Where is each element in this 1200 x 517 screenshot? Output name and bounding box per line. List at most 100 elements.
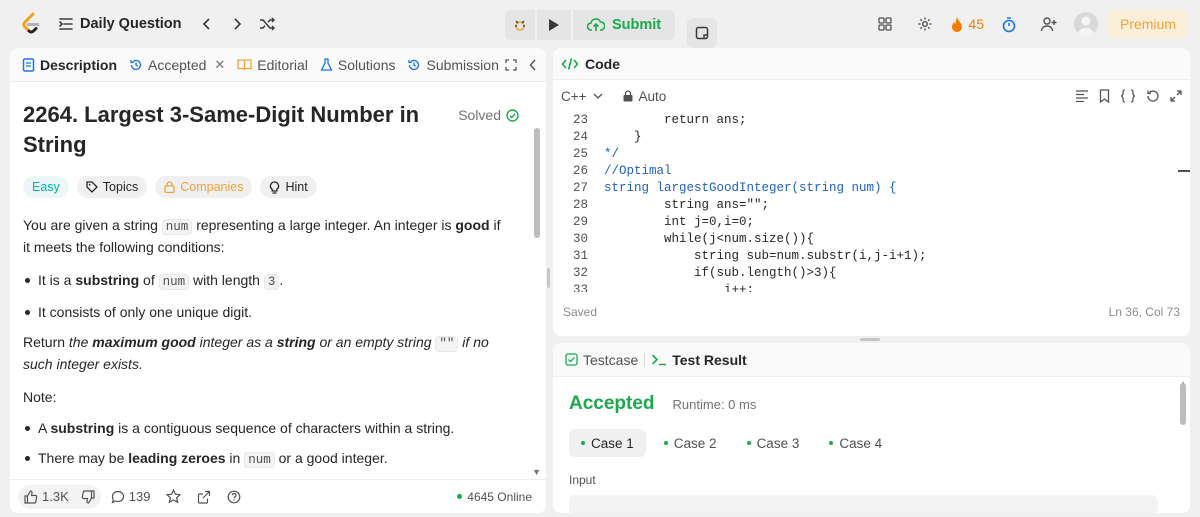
case-tab[interactable]: Case 4: [817, 429, 894, 457]
submit-button[interactable]: Submit: [573, 10, 676, 40]
close-icon[interactable]: ✕: [214, 57, 225, 73]
editor-scroll-marker[interactable]: [1178, 170, 1190, 172]
invite-user-button[interactable]: [1034, 9, 1064, 39]
favorite-button[interactable]: [160, 485, 187, 509]
streak-counter[interactable]: 45: [950, 16, 984, 33]
debug-button[interactable]: [505, 10, 535, 40]
notes-button[interactable]: [687, 17, 718, 48]
vertical-resize-handle[interactable]: [547, 268, 550, 288]
code-title: Code: [585, 55, 620, 72]
editor-mode[interactable]: Auto: [639, 89, 667, 104]
code-line[interactable]: 28 string ans="";: [553, 197, 1190, 214]
language-select[interactable]: C++: [561, 89, 587, 104]
play-icon: [548, 18, 560, 32]
tab-accepted[interactable]: Accepted ✕: [123, 48, 231, 82]
left-panel-tools: [505, 58, 543, 71]
code-line[interactable]: 24 }: [553, 129, 1190, 146]
case-tab[interactable]: Case 3: [735, 429, 812, 457]
input-value-box: [569, 495, 1158, 513]
format-icon[interactable]: [1075, 90, 1089, 102]
horizontal-resize-handle[interactable]: [860, 338, 880, 341]
streak-count: 45: [968, 16, 984, 32]
layout-button[interactable]: [870, 9, 900, 39]
description-footer: 1.3K 139 4645 Online: [10, 479, 546, 513]
prev-problem-button[interactable]: [192, 9, 222, 39]
case-label: Case 4: [839, 435, 883, 451]
page-title[interactable]: 2264. Largest 3-Same-Digit Number in Str…: [23, 100, 433, 160]
like-count: 1.3K: [42, 489, 69, 504]
braces-icon[interactable]: [1120, 89, 1136, 103]
code-line[interactable]: 27 string largestGoodInteger(string num) …: [553, 180, 1190, 197]
submit-label: Submit: [612, 17, 662, 33]
scroll-down-arrow-icon[interactable]: ▼: [532, 467, 541, 477]
saved-status: Saved: [563, 305, 598, 319]
expand-icon[interactable]: [1170, 90, 1182, 102]
vote-group: 1.3K: [18, 484, 101, 509]
leetcode-logo-icon[interactable]: [18, 11, 44, 37]
help-button[interactable]: [221, 485, 247, 509]
stopwatch-icon: [1001, 16, 1017, 33]
line-number: 24: [572, 130, 588, 144]
next-problem-button[interactable]: [222, 9, 252, 39]
dislike-button[interactable]: [75, 485, 101, 509]
chevron-down-icon[interactable]: [593, 93, 603, 99]
random-problem-button[interactable]: [252, 9, 282, 39]
share-button[interactable]: [191, 485, 217, 509]
premium-button[interactable]: Premium: [1107, 10, 1188, 38]
tab-editorial[interactable]: Editorial: [231, 48, 314, 82]
flask-icon: [320, 57, 333, 72]
daily-question-label: Daily Question: [80, 16, 182, 32]
code-line[interactable]: 32 if(sub.length()>3){: [553, 265, 1190, 282]
like-button[interactable]: 1.3K: [18, 485, 75, 509]
tab-solutions[interactable]: Solutions: [314, 48, 402, 82]
code-line[interactable]: 33 i++;: [553, 282, 1190, 292]
daily-question-button[interactable]: Daily Question: [58, 16, 182, 32]
code-panel: Code C++ Auto 23 return ans; 24 } 25 */26//…: [553, 48, 1190, 336]
code-line[interactable]: 29 int j=0,i=0;: [553, 214, 1190, 231]
topics-tag[interactable]: Topics: [76, 176, 148, 198]
settings-button[interactable]: [910, 9, 940, 39]
shuffle-icon: [259, 16, 275, 32]
case-tab[interactable]: Case 2: [652, 429, 729, 457]
run-button[interactable]: [537, 10, 571, 40]
difficulty-badge: Easy: [23, 176, 69, 198]
solved-label: Solved: [458, 107, 501, 123]
code-line[interactable]: 25 */: [553, 146, 1190, 163]
line-text: string ans="";: [604, 198, 770, 212]
comments-button[interactable]: 139: [105, 485, 157, 509]
tab-testcase[interactable]: Testcase: [559, 343, 644, 377]
tab-submissions[interactable]: Submission: [401, 48, 504, 82]
line-number: 26: [572, 164, 588, 178]
code-line[interactable]: 23 return ans;: [553, 112, 1190, 129]
code-line[interactable]: 26 //Optimal: [553, 163, 1190, 180]
bookmark-icon[interactable]: [1099, 89, 1110, 103]
share-icon: [197, 490, 211, 504]
description-scrollbar[interactable]: [534, 128, 540, 238]
history-icon: [407, 58, 421, 72]
result-scrollbar[interactable]: [1180, 383, 1186, 425]
reset-icon[interactable]: [1146, 89, 1160, 103]
timer-button[interactable]: [994, 9, 1024, 39]
terminal-icon: [651, 353, 667, 366]
collapse-panel-icon[interactable]: [529, 59, 537, 71]
code-editor[interactable]: 23 return ans; 24 } 25 */26//Optimal 27 strin…: [553, 112, 1190, 292]
line-number: 33: [572, 283, 588, 292]
avatar[interactable]: [1073, 12, 1098, 36]
inline-code: 3: [263, 274, 280, 290]
hint-tag[interactable]: Hint: [260, 176, 317, 198]
line-text: while(j<num.size()){: [604, 232, 815, 246]
case-tab[interactable]: Case 1: [569, 429, 646, 457]
comment-icon: [111, 490, 125, 504]
tab-description[interactable]: Description: [16, 48, 123, 82]
chevron-left-icon: [200, 17, 214, 31]
problem-paragraph-2: Return the maximum good integer as a str…: [23, 334, 489, 372]
maximize-icon[interactable]: [505, 58, 517, 71]
solved-badge: Solved: [458, 107, 519, 123]
line-text: string sub=num.substr(i,j-i+1);: [604, 249, 927, 263]
result-panel: Testcase Test Result Accepted Runtime: 0…: [553, 343, 1190, 513]
code-line[interactable]: 30 while(j<num.size()){: [553, 231, 1190, 248]
companies-tag[interactable]: Companies: [155, 176, 253, 198]
tab-test-result[interactable]: Test Result: [645, 343, 752, 377]
tab-testcase-label: Testcase: [583, 351, 639, 368]
code-line[interactable]: 31 string sub=num.substr(i,j-i+1);: [553, 248, 1190, 265]
